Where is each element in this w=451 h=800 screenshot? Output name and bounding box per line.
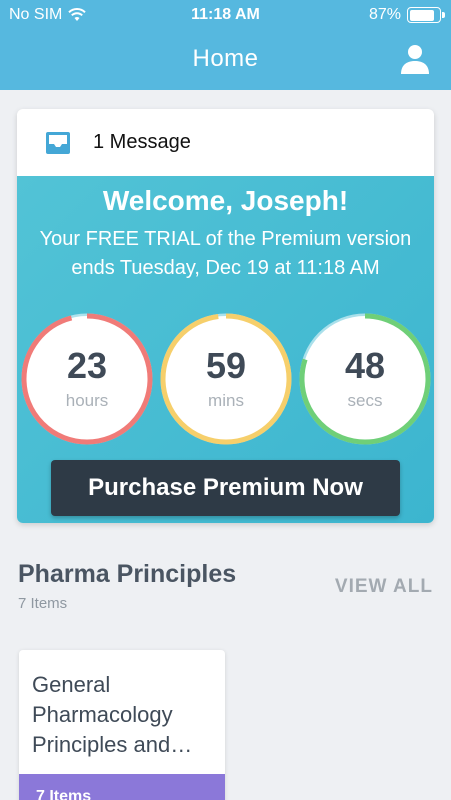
timer-hours: 23 hours (21, 313, 153, 445)
timer-unit: hours (65, 391, 109, 410)
timer-value: 23 (66, 345, 108, 386)
timer-secs: 48 secs (299, 313, 431, 445)
trial-text: Your FREE TRIAL of the Premium version e… (39, 228, 412, 279)
section-count: 7 Items (18, 595, 68, 612)
battery-icon (407, 7, 445, 23)
trial-promo: Welcome, Joseph! Your FREE TRIAL of the … (17, 176, 434, 523)
welcome-heading: Welcome, Joseph! (102, 185, 349, 216)
tile-title: General Pharmacology Principles and… (32, 672, 193, 757)
timer-unit: mins (208, 391, 244, 410)
timer-mins: 59 mins (160, 313, 292, 445)
tile-item-count: 7 Items (36, 788, 92, 800)
battery-fill (409, 9, 434, 21)
nav-bar: Home (0, 30, 451, 90)
battery-percent: 87% (368, 6, 401, 23)
tile-footer: 7 Items (19, 774, 225, 800)
profile-icon[interactable] (399, 43, 431, 75)
timer-value: 59 (205, 345, 247, 386)
timer-unit: secs (347, 391, 383, 410)
view-all-link[interactable]: VIEW ALL (335, 576, 433, 598)
message-bar[interactable]: 1 Message (17, 109, 434, 176)
welcome-card: 1 Message Welcome, Joseph! Your FREE TRI… (17, 109, 434, 523)
course-tile[interactable]: General Pharmacology Principles and… 7 I… (19, 650, 225, 800)
countdown-timers: 23 hours 59 mins 48 secs (17, 313, 434, 448)
status-bar: No SIM 11:18 AM 87% (0, 0, 451, 30)
section-title: Pharma Principles (18, 560, 237, 588)
page-title: Home (192, 45, 259, 72)
purchase-premium-button[interactable]: Purchase Premium Now (51, 460, 400, 516)
status-right: 87% (368, 6, 445, 24)
timer-value: 48 (344, 345, 386, 386)
message-label: 1 Message (93, 131, 191, 153)
inbox-icon (46, 131, 70, 154)
